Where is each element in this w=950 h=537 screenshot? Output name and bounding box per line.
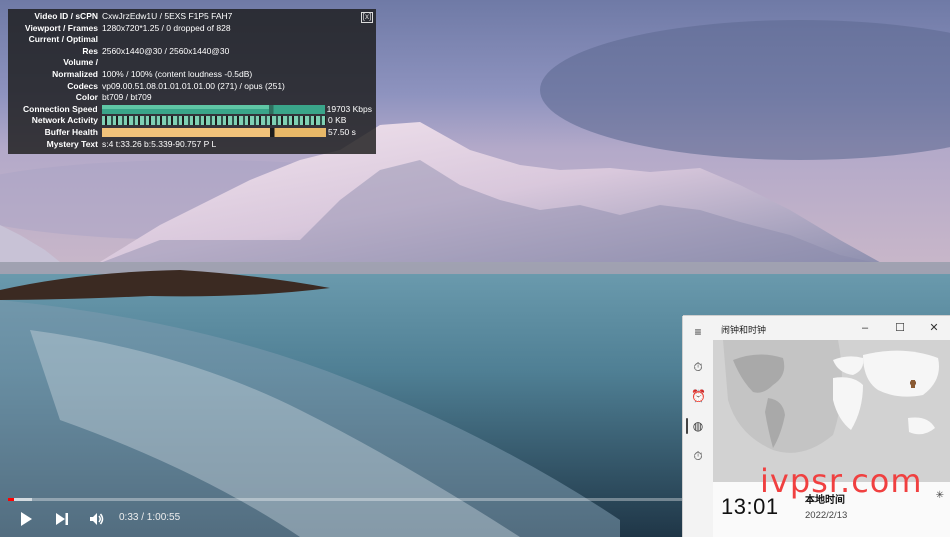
stats-value	[102, 57, 372, 69]
clock-app-window[interactable]: ≡ ⏱ ⏰ ◍ ⏱ 闹钟和时钟 – ☐ ✕ 13:01 本地时间 2022/2/…	[683, 316, 950, 537]
progress-played	[8, 498, 15, 501]
stats-value: 2560x1440@30 / 2560x1440@30	[102, 45, 230, 56]
mystery-text-row: Mystery Text s:4 t:33.26 b:5.339-90.757 P…	[8, 139, 372, 151]
stats-value	[102, 34, 372, 46]
stats-key: Res	[82, 45, 98, 56]
minimize-icon[interactable]: –	[858, 321, 872, 335]
nav-rail: ≡ ⏱ ⏰ ◍ ⏱	[683, 316, 713, 537]
active-nav-indicator	[686, 418, 688, 434]
stats-key: Connection Speed	[22, 103, 98, 114]
stats-row: Normalized 100% / 100% (content loudness …	[8, 69, 372, 81]
stats-row: Current / Optimal	[8, 34, 372, 46]
play-icon	[21, 512, 32, 526]
network-activity-graph	[102, 116, 326, 126]
time-display: 0:33 / 1:00:55	[119, 512, 181, 523]
volume-icon	[90, 513, 104, 525]
stats-key: Network Activity	[31, 115, 98, 126]
window-title: 闹钟和时钟	[721, 325, 767, 335]
stats-key: Codecs	[67, 80, 98, 91]
volume-button[interactable]	[89, 509, 105, 529]
stats-key: Volume /	[63, 57, 98, 68]
stats-value: 1280x720*1.25 / 0 dropped of 828	[102, 22, 231, 33]
stats-value: vp09.00.51.08.01.01.01.01.00 (271) / opu…	[102, 80, 285, 91]
progress-bar[interactable]	[8, 498, 682, 501]
watermark: ivpsr.com	[760, 462, 923, 500]
buffer-health-row: Buffer Health 57.50 s	[8, 127, 372, 139]
gear-icon[interactable]: ✳	[936, 490, 944, 501]
stats-close-button[interactable]: [x]	[361, 12, 373, 23]
play-button[interactable]	[18, 509, 34, 529]
stats-row: Codecs vp09.00.51.08.01.01.01.01.00 (271)…	[8, 81, 372, 93]
stats-for-nerds-panel: [x] Video ID / sCPN CxwJrzEdw1U / 5EXS F1…	[8, 9, 376, 154]
stats-key: Color	[75, 92, 98, 103]
alarm-icon[interactable]: ⏰	[691, 389, 706, 403]
stats-row: Color bt709 / bt709	[8, 92, 372, 104]
stats-row: Viewport / Frames 1280x720*1.25 / 0 dropp…	[8, 23, 372, 35]
stats-value: bt709 / bt709	[102, 92, 152, 103]
next-button[interactable]	[54, 509, 70, 529]
stats-key: Current / Optimal	[28, 34, 98, 45]
stats-value: s:4 t:33.26 b:5.339-90.757 P L	[102, 138, 217, 149]
stats-value: 100% / 100% (content loudness -0.5dB)	[102, 68, 253, 79]
stats-row: Res 2560x1440@30 / 2560x1440@30	[8, 46, 372, 58]
stats-key: Mystery Text	[46, 138, 98, 149]
stats-key: Viewport / Frames	[24, 22, 98, 33]
date-label: 2022/2/13	[805, 510, 848, 521]
buffer-health-graph	[102, 127, 326, 137]
stats-value: CxwJrzEdw1U / 5EXS F1P5 FAH7	[102, 11, 233, 21]
stats-row: Volume /	[8, 57, 372, 69]
connection-speed-graph	[101, 104, 325, 114]
network-activity-value: 0 KB	[328, 115, 347, 126]
timer-icon[interactable]: ⏱	[691, 360, 705, 374]
network-activity-row: Network Activity 0 KB	[8, 115, 372, 127]
connection-speed-row: Connection Speed 19703 Kbps	[8, 104, 372, 116]
stats-key: Normalized	[52, 68, 98, 79]
title-bar: 闹钟和时钟 – ☐ ✕	[683, 316, 950, 340]
maximize-icon[interactable]: ☐	[893, 321, 907, 335]
stats-row: Video ID / sCPN CxwJrzEdw1U / 5EXS F1P5 F…	[8, 11, 372, 23]
stats-key: Buffer Health	[44, 126, 98, 137]
buffer-health-value: 57.50 s	[328, 126, 356, 137]
world-clock-icon[interactable]: ◍	[691, 419, 705, 433]
connection-speed-value: 19703 Kbps	[326, 103, 372, 114]
next-icon	[56, 513, 68, 525]
stopwatch-icon[interactable]: ⏱	[691, 449, 705, 463]
stats-key: Video ID / sCPN	[34, 11, 98, 21]
close-icon[interactable]: ✕	[927, 321, 941, 335]
